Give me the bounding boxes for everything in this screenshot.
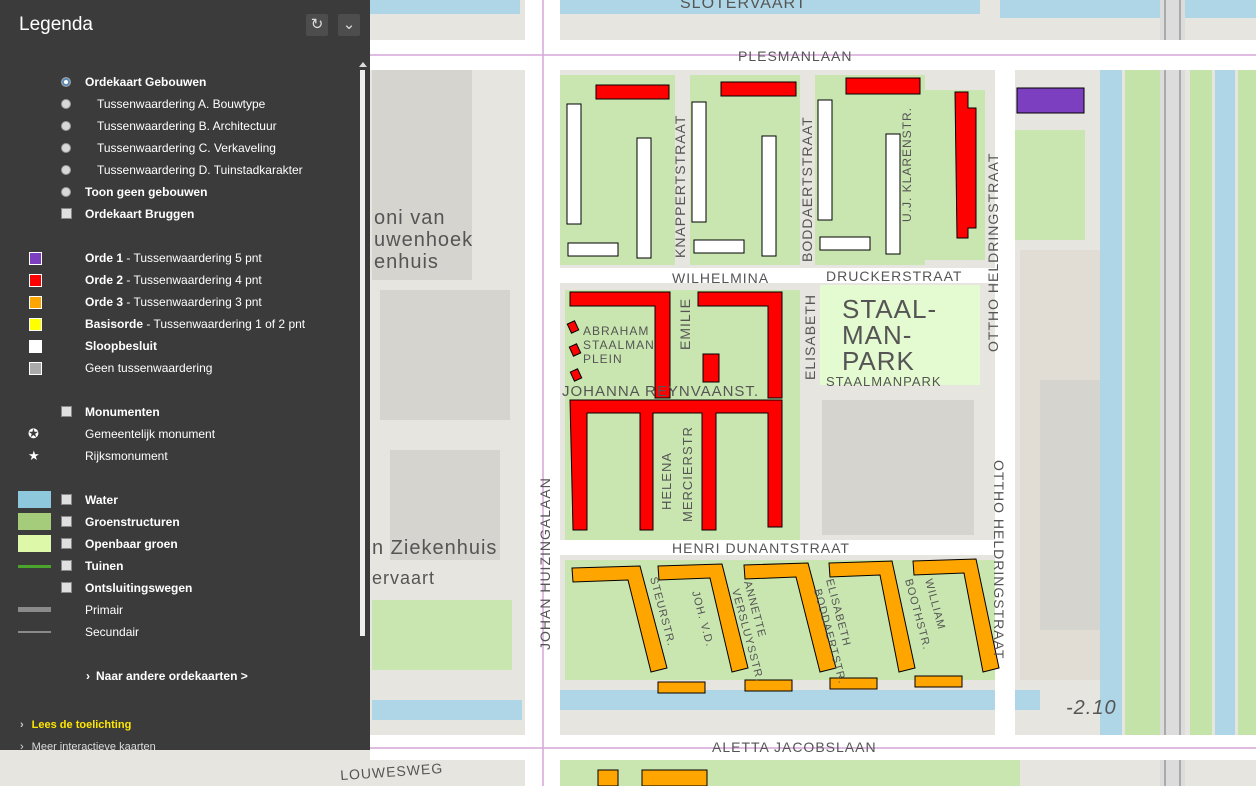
checkbox-ontsluitingswegen[interactable]: [61, 582, 72, 593]
map-label-dunantstraat: HENRI DUNANTSTRAAT: [672, 540, 850, 556]
rijks-label: Rijksmonument: [85, 449, 168, 463]
basisorde-label: Basisorde - Tussenwaardering 1 of 2 pnt: [85, 317, 306, 331]
map-label-wilhelmina: WILHELMINA: [672, 270, 769, 286]
map-label-plesmanlaan: PLESMANLAAN: [738, 48, 852, 64]
scroll-thumb[interactable]: [360, 70, 365, 636]
swatch-basisorde: [29, 318, 42, 331]
radio-ordekaart-gebouwen[interactable]: [61, 77, 71, 87]
checkbox-ordekaart-bruggen[interactable]: [61, 208, 72, 219]
gemeentelijk-monument-icon: ✪: [28, 426, 39, 441]
checkbox-groenstructuren[interactable]: [61, 516, 72, 527]
swatch-groenstructuren: [18, 513, 51, 530]
legend-panel: Legenda ↻ ⌄ Ordekaart Gebouwen Tussenwaa…: [0, 0, 370, 750]
legend-scrollbar[interactable]: [356, 62, 369, 636]
radio-label-1: Tussenwaardering A. Bouwtype: [97, 97, 266, 111]
swatch-primair: [18, 607, 51, 612]
primair-label: Primair: [85, 603, 123, 617]
radio-tussenwaardering-d[interactable]: [61, 165, 71, 175]
openbaar-groen-label: Openbaar groen: [85, 537, 178, 551]
collapse-button[interactable]: ⌄: [338, 14, 360, 36]
map-label-klarenstr: U.J. KLARENSTR.: [900, 107, 914, 222]
map-label-huizingalaan: JOHAN HUIZINGALAAN: [537, 477, 553, 650]
map-label-ervaart: ervaart: [372, 568, 435, 588]
map-label-heldring1: OTTHO HELDRINGSTRAAT: [985, 153, 1001, 352]
map-label-staalmanpark: STAALMANPARK: [826, 374, 942, 389]
map-label-enhuis: enhuis: [374, 251, 439, 273]
monumenten-label: Monumenten: [85, 405, 160, 419]
radio-label-3: Tussenwaardering C. Verkaveling: [97, 141, 276, 155]
map-label-aletta: ALETTA JACOBSLAAN: [712, 739, 877, 755]
map-label-knappertstraat: KNAPPERTSTRAAT: [672, 115, 688, 258]
radio-label-2: Tussenwaardering B. Architectuur: [97, 119, 277, 133]
meer-kaarten-link[interactable]: › Meer interactieve kaarten: [20, 741, 156, 750]
swatch-water: [18, 491, 51, 508]
gemeentelijk-label: Gemeentelijk monument: [85, 427, 216, 441]
map-label-helena: HELENA: [659, 452, 674, 510]
map-label-plein: PLEIN: [583, 352, 623, 366]
water-top: [370, 0, 520, 14]
geen-label: Geen tussenwaardering: [85, 361, 213, 375]
radio-tussenwaardering-a[interactable]: [61, 99, 71, 109]
radio-label-0: Ordekaart Gebouwen: [85, 75, 207, 89]
scroll-up-icon: [359, 62, 367, 67]
map-label-druckerstraat: DRUCKERSTRAAT: [826, 268, 962, 284]
chevron-down-icon: ⌄: [342, 16, 356, 33]
radio-tussenwaardering-b[interactable]: [61, 121, 71, 131]
chevron-right-icon: ›: [86, 669, 90, 683]
radio-label-5: Toon geen gebouwen: [85, 185, 208, 199]
map-label-level: -2.10: [1066, 697, 1117, 719]
bruggen-label: Ordekaart Bruggen: [85, 207, 195, 221]
checkbox-tuinen[interactable]: [61, 560, 72, 571]
swatch-orde3: [29, 296, 42, 309]
map-label-abraham: ABRAHAM: [583, 324, 649, 338]
swatch-tuinen: [18, 565, 51, 568]
canal: [1100, 70, 1122, 760]
swatch-geen: [29, 362, 42, 375]
map-label-boddaertstraat: BODDAERTSTRAAT: [799, 116, 815, 262]
refresh-icon: ↻: [310, 16, 324, 33]
map-label-johanna: JOHANNA REYNVAANST.: [562, 383, 759, 400]
refresh-button[interactable]: ↻: [306, 14, 328, 36]
groenstructuren-label: Groenstructuren: [85, 515, 180, 529]
map-label-mercierstr: MERCIERSTR: [680, 426, 695, 522]
sloopbesluit-label: Sloopbesluit: [85, 339, 157, 353]
ontsluiting-label: Ontsluitingswegen: [85, 581, 193, 595]
checkbox-openbaar-groen[interactable]: [61, 538, 72, 549]
map-label-heldring2: OTTHO HELDRINGSTRAAT: [991, 460, 1007, 659]
secundair-label: Secundair: [85, 625, 140, 639]
orde1-building[interactable]: [1016, 87, 1085, 114]
orde3-label: Orde 3 - Tussenwaardering 3 pnt: [85, 295, 262, 309]
radio-tussenwaardering-c[interactable]: [61, 143, 71, 153]
rijksmonument-icon: ★: [28, 448, 40, 463]
map-label-staalman: STAALMAN: [583, 338, 655, 352]
map-label-ziekenhuis: n Ziekenhuis: [372, 537, 497, 559]
orde2-label: Orde 2 - Tussenwaardering 4 pnt: [85, 273, 262, 287]
chevron-right-icon: ›: [20, 741, 24, 750]
legend-title: Legenda: [19, 14, 93, 35]
radio-toon-geen[interactable]: [61, 187, 71, 197]
swatch-sloopbesluit: [29, 340, 42, 353]
map-label-uwenhoek: uwenhoek: [374, 229, 473, 251]
swatch-secundair: [18, 631, 51, 633]
tuinen-label: Tuinen: [85, 559, 124, 573]
orde1-label: Orde 1 - Tussenwaardering 5 pnt: [85, 251, 262, 265]
checkbox-water[interactable]: [61, 494, 72, 505]
map-app: SLOTERVAART PLESMANLAAN KNAPPERTSTRAAT B…: [0, 0, 1256, 786]
map-label-emilie: EMILIE: [677, 298, 693, 350]
water-label: Water: [85, 493, 118, 507]
swatch-orde2: [29, 274, 42, 287]
map-label-elisabeth: ELISABETH: [802, 294, 818, 380]
map-label-oni: oni van: [374, 207, 446, 229]
swatch-openbaar-groen: [18, 535, 51, 552]
naar-andere-link[interactable]: › Naar andere ordekaarten >: [86, 669, 248, 683]
checkbox-monumenten[interactable]: [61, 406, 72, 417]
lees-toelichting-link[interactable]: › Lees de toelichting: [20, 719, 131, 731]
map-label-slotervaart: SLOTERVAART: [680, 0, 807, 12]
swatch-orde1: [29, 252, 42, 265]
radio-label-4: Tussenwaardering D. Tuinstadkarakter: [97, 163, 303, 177]
chevron-right-icon: ›: [20, 719, 24, 731]
map-label-park3: PARK: [842, 346, 915, 376]
